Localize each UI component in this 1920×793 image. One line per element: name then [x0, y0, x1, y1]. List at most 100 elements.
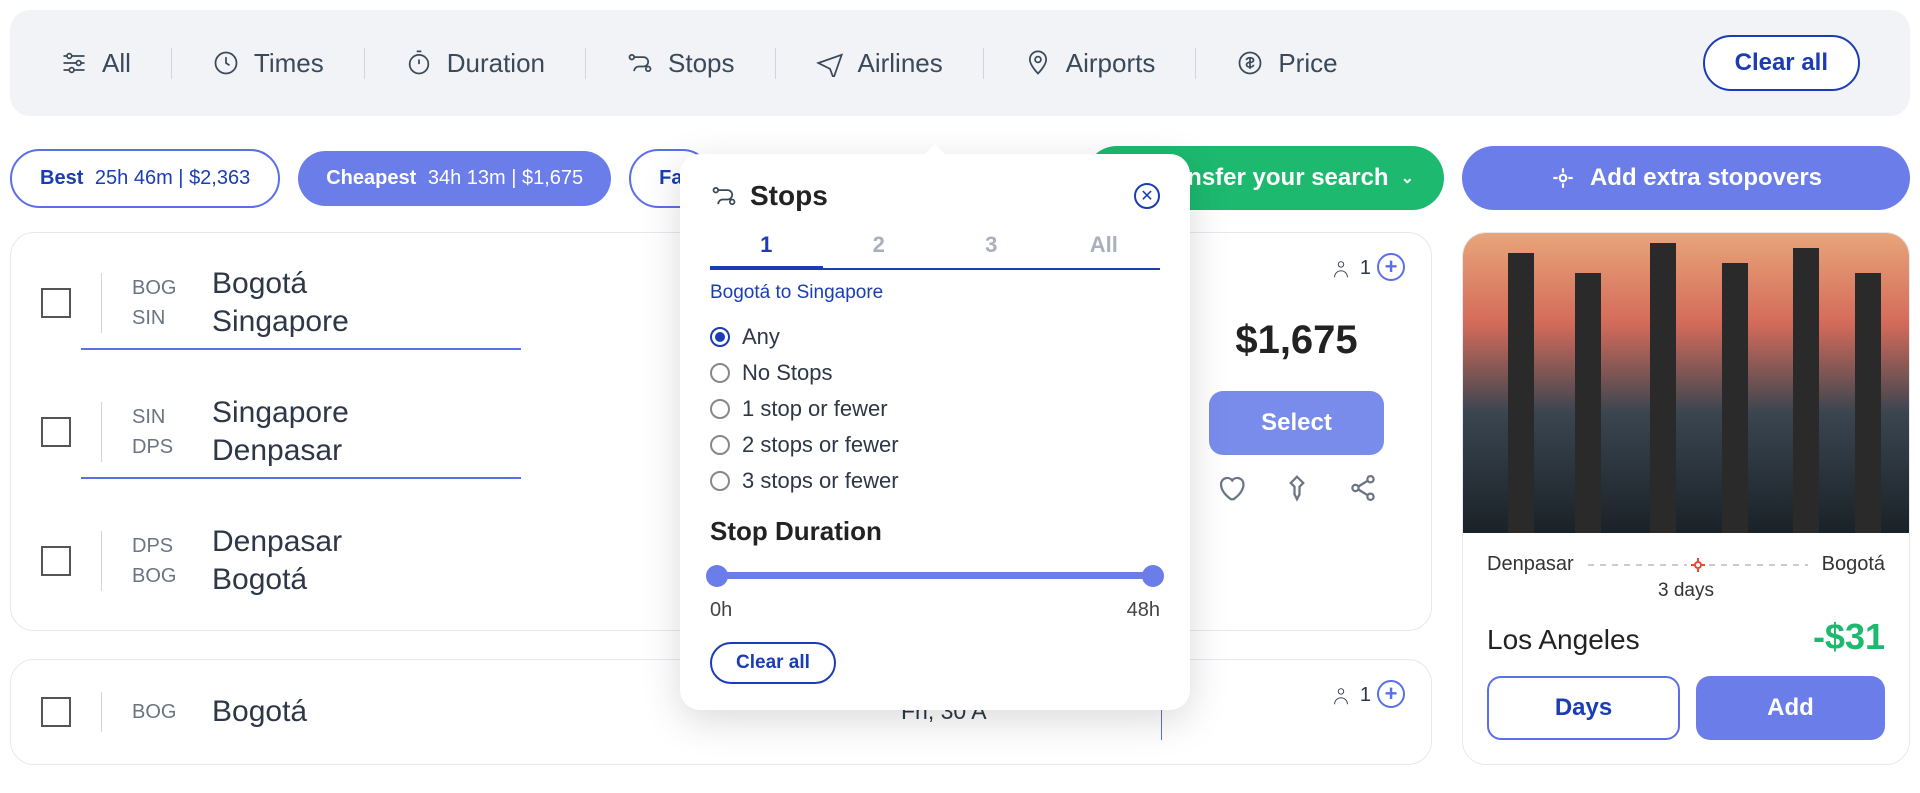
option-label: Any: [742, 324, 780, 350]
duration-slider[interactable]: [710, 565, 1160, 585]
filter-label: Airports: [1066, 48, 1156, 79]
stops-option-none[interactable]: No Stops: [710, 360, 1160, 386]
close-button[interactable]: ✕: [1134, 183, 1160, 209]
code-to: SIN: [132, 303, 192, 333]
city-from: Bogotá: [212, 693, 307, 731]
stopover-city: Los Angeles: [1487, 624, 1640, 656]
pin-icon: [1024, 49, 1052, 77]
days-button[interactable]: Days: [1487, 676, 1680, 740]
popover-tabs: 1 2 3 All: [710, 224, 1160, 270]
price-value: $1,675: [1235, 318, 1357, 363]
radio-icon: [710, 327, 730, 347]
leg-checkbox[interactable]: [41, 546, 71, 576]
airport-codes: DPS BOG: [132, 531, 192, 591]
tab-3[interactable]: 3: [935, 224, 1048, 268]
price-icon: [1236, 49, 1264, 77]
divider: [101, 692, 102, 732]
action-icons: [1216, 473, 1378, 503]
airport-codes: BOG: [132, 697, 192, 727]
option-label: No Stops: [742, 360, 833, 386]
sort-best-meta: 25h 46m | $2,363: [95, 167, 250, 189]
select-button[interactable]: Select: [1209, 391, 1384, 455]
slider-track: [710, 572, 1160, 579]
target-icon: [1690, 557, 1706, 573]
city-from: Bogotá: [212, 265, 349, 303]
add-stopover-button[interactable]: Add extra stopovers: [1462, 146, 1910, 210]
city-to: Denpasar: [212, 432, 349, 470]
code-to: DPS: [132, 432, 192, 462]
filter-duration[interactable]: Duration: [365, 48, 586, 79]
divider: [101, 531, 102, 591]
option-label: 1 stop or fewer: [742, 396, 888, 422]
code-from: DPS: [132, 531, 192, 561]
slider-thumb-min[interactable]: [706, 565, 728, 587]
pin-icon[interactable]: [1282, 473, 1312, 503]
slider-thumb-max[interactable]: [1142, 565, 1164, 587]
stops-popover: Stops ✕ 1 2 3 All Bogotá to Singapore An…: [680, 154, 1190, 710]
city-names: Singapore Denpasar: [212, 394, 349, 469]
leg-checkbox[interactable]: [41, 288, 71, 318]
plane-icon: [816, 49, 844, 77]
city-to: Singapore: [212, 303, 349, 341]
clock-icon: [212, 49, 240, 77]
tab-all[interactable]: All: [1048, 224, 1161, 268]
add-button[interactable]: Add: [1696, 676, 1885, 740]
filter-airlines[interactable]: Airlines: [776, 48, 984, 79]
filter-all[interactable]: All: [60, 48, 172, 79]
stopwatch-icon: [405, 49, 433, 77]
airport-codes: BOG SIN: [132, 273, 192, 333]
divider: [101, 402, 102, 462]
divider: [81, 477, 521, 479]
popover-route: Bogotá to Singapore: [710, 282, 1160, 304]
add-stopover-label: Add extra stopovers: [1590, 164, 1822, 192]
stopover-image: [1463, 233, 1909, 533]
stops-option-three[interactable]: 3 stops or fewer: [710, 468, 1160, 494]
divider: [81, 348, 521, 350]
tab-1[interactable]: 1: [710, 224, 823, 270]
leg-checkbox[interactable]: [41, 697, 71, 727]
sort-best-label: Best: [40, 167, 83, 189]
filter-airports[interactable]: Airports: [984, 48, 1197, 79]
stops-option-two[interactable]: 2 stops or fewer: [710, 432, 1160, 458]
filter-label: All: [102, 48, 131, 79]
route-icon: [626, 49, 654, 77]
filter-stops[interactable]: Stops: [586, 48, 776, 79]
filter-times[interactable]: Times: [172, 48, 365, 79]
popover-title: Stops: [750, 180, 828, 212]
stop-duration-title: Stop Duration: [710, 516, 1160, 547]
stops-option-any[interactable]: Any: [710, 324, 1160, 350]
person-icon: [1330, 258, 1352, 280]
sort-cheapest[interactable]: Cheapest 34h 13m | $1,675: [298, 151, 611, 206]
expand-button[interactable]: +: [1377, 680, 1405, 708]
stops-option-one[interactable]: 1 stop or fewer: [710, 396, 1160, 422]
code-to: BOG: [132, 561, 192, 591]
divider: [101, 273, 102, 333]
sort-cheapest-label: Cheapest: [326, 167, 416, 189]
radio-icon: [710, 399, 730, 419]
expand-button[interactable]: +: [1377, 253, 1405, 281]
heart-icon[interactable]: [1216, 473, 1246, 503]
share-icon[interactable]: [1348, 473, 1378, 503]
popover-clear-button[interactable]: Clear all: [710, 642, 836, 684]
slider-max-label: 48h: [1127, 599, 1160, 622]
stopover-price: -$31: [1813, 616, 1885, 658]
clear-all-button[interactable]: Clear all: [1703, 35, 1860, 91]
price-column: + 1 $1,675 Select: [1161, 257, 1401, 606]
radio-icon: [710, 363, 730, 383]
city-to: Bogotá: [212, 561, 342, 599]
option-label: 3 stops or fewer: [742, 468, 899, 494]
radio-icon: [710, 435, 730, 455]
city-from: Singapore: [212, 394, 349, 432]
code-from: BOG: [132, 273, 192, 303]
tab-2[interactable]: 2: [823, 224, 936, 268]
filter-label: Stops: [668, 48, 735, 79]
route-line: [1588, 564, 1808, 566]
filter-price[interactable]: Price: [1196, 48, 1377, 79]
sort-best[interactable]: Best 25h 46m | $2,363: [10, 149, 280, 208]
airport-codes: SIN DPS: [132, 402, 192, 462]
price-column: + 1: [1161, 684, 1401, 740]
filter-label: Times: [254, 48, 324, 79]
leg-checkbox[interactable]: [41, 417, 71, 447]
radio-icon: [710, 471, 730, 491]
city-names: Bogotá Singapore: [212, 265, 349, 340]
